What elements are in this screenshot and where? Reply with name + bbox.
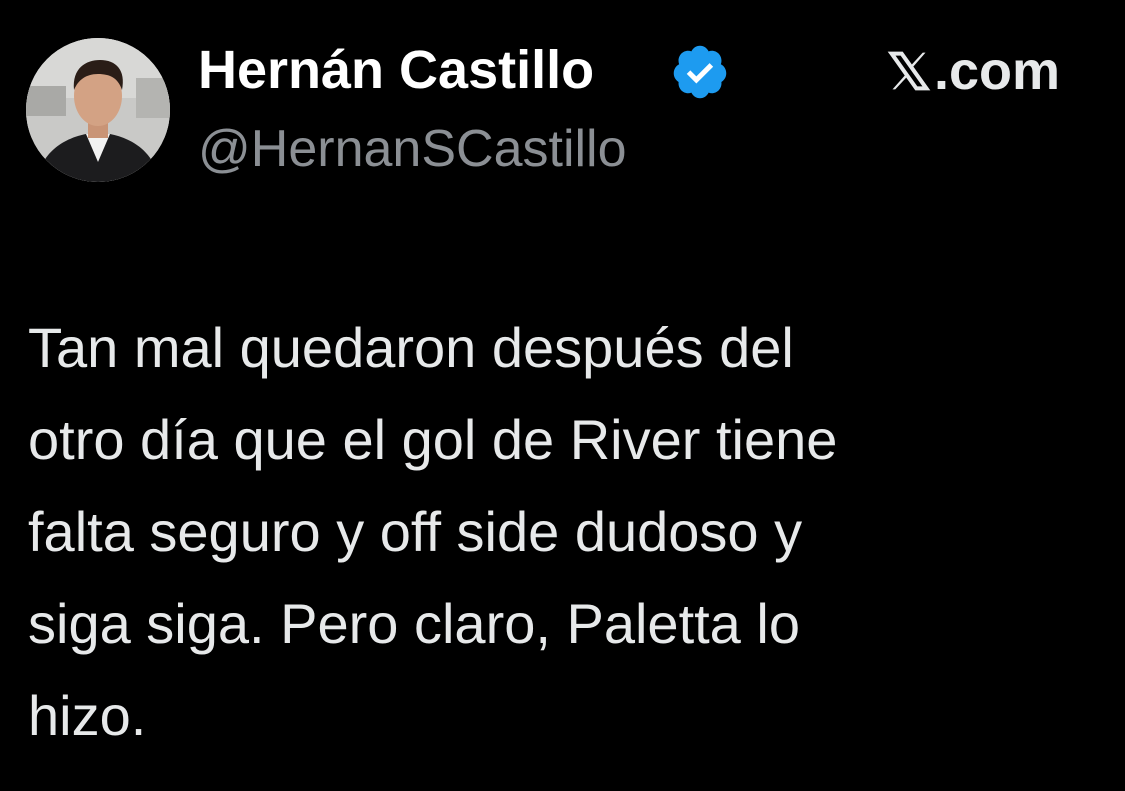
display-name[interactable]: Hernán Castillo [198,38,594,102]
author-handle[interactable]: @HernanSCastillo [198,118,627,180]
brand-watermark: .com [886,40,1060,102]
verified-badge-icon [673,45,727,99]
x-logo-icon [887,51,931,91]
tweet-card: Hernán Castillo @HernanSCastillo .com Ta… [0,0,1125,791]
avatar[interactable] [26,38,170,182]
tweet-text: Tan mal quedaron después del otro día qu… [28,316,838,747]
brand-label: .com [934,41,1061,101]
avatar-image [26,38,170,182]
